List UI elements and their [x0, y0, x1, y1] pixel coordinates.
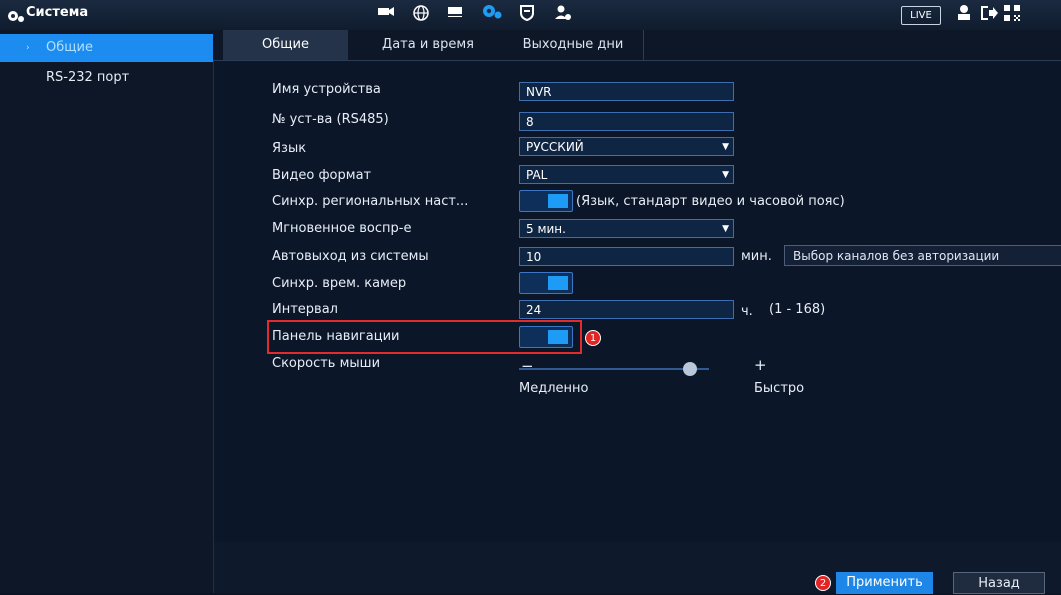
step-badge-1: 1 — [585, 330, 601, 346]
plus-icon[interactable]: + — [754, 356, 767, 374]
sidebar-item-general[interactable]: › Общие — [0, 34, 213, 62]
step-badge-2: 2 — [815, 575, 831, 591]
sidebar: › Общие RS-232 порт — [0, 30, 214, 593]
auto-logout-label: Автовыход из системы — [272, 249, 429, 264]
nav-panel-label: Панель навигации — [272, 329, 400, 344]
sync-camera-time-label: Синхр. врем. камер — [272, 276, 407, 291]
tab-general[interactable]: Общие — [223, 30, 348, 60]
channel-select-button[interactable]: Выбор каналов без авторизации — [784, 245, 1061, 266]
qr-icon[interactable] — [1003, 4, 1021, 26]
instant-playback-value: 5 мин. — [526, 222, 566, 236]
sync-regional-note: (Язык, стандарт видео и часовой пояс) — [576, 194, 845, 209]
logout-icon[interactable] — [979, 4, 999, 26]
video-format-value: PAL — [526, 168, 548, 182]
apply-button[interactable]: Применить — [836, 572, 933, 594]
interval-unit: ч. — [741, 304, 753, 319]
sidebar-item-label: Общие — [46, 40, 93, 55]
device-number-input[interactable]: 8 — [519, 112, 734, 131]
mouse-fast-label: Быстро — [754, 381, 805, 396]
mouse-speed-slider[interactable] — [519, 368, 709, 370]
interval-range: (1 - 168) — [769, 302, 826, 317]
language-label: Язык — [272, 141, 307, 156]
chevron-down-icon: ▼ — [722, 224, 729, 234]
back-button[interactable]: Назад — [953, 572, 1045, 594]
interval-label: Интервал — [272, 302, 338, 317]
device-name-input[interactable]: NVR — [519, 82, 734, 101]
mouse-speed-label: Скорость мыши — [272, 356, 381, 371]
live-button[interactable]: LIVE — [901, 6, 941, 25]
language-select[interactable]: РУССКИЙ ▼ — [519, 137, 734, 156]
video-format-label: Видео формат — [272, 168, 372, 183]
instant-playback-label: Мгновенное воспр-е — [272, 221, 412, 236]
system-gear-icon[interactable] — [481, 4, 503, 24]
slider-handle[interactable] — [683, 362, 697, 376]
toggle-knob — [548, 194, 568, 208]
auto-logout-input[interactable]: 10 — [519, 247, 734, 266]
tab-bar: Общие Дата и время Выходные дни — [213, 30, 1061, 61]
auto-logout-unit: мин. — [741, 249, 772, 264]
user-icon[interactable] — [956, 4, 972, 26]
sidebar-item-label: RS-232 порт — [46, 70, 130, 85]
interval-input[interactable]: 24 — [519, 300, 734, 319]
language-value: РУССКИЙ — [526, 140, 584, 154]
network-icon[interactable] — [412, 4, 430, 26]
device-name-label: Имя устройства — [272, 82, 381, 97]
security-shield-icon[interactable] — [519, 4, 535, 26]
sync-regional-toggle[interactable] — [519, 190, 573, 212]
gear-icon — [6, 8, 26, 27]
sidebar-item-rs232[interactable]: RS-232 порт — [0, 64, 213, 92]
device-number-label: № уст-ва (RS485) — [272, 112, 389, 127]
sync-regional-label: Синхр. региональных наст... — [272, 194, 469, 209]
chevron-right-icon: › — [26, 43, 30, 53]
minus-icon[interactable]: − — [521, 357, 534, 375]
chevron-down-icon: ▼ — [722, 170, 729, 180]
mouse-slow-label: Медленно — [519, 381, 589, 396]
instant-playback-select[interactable]: 5 мин. ▼ — [519, 219, 734, 238]
toggle-knob — [548, 276, 568, 290]
nav-panel-toggle[interactable] — [519, 326, 573, 348]
video-format-select[interactable]: PAL ▼ — [519, 165, 734, 184]
tab-holidays[interactable]: Выходные дни — [503, 30, 644, 60]
page-title: Система — [26, 5, 89, 20]
top-bar: Система LIVE — [0, 0, 1061, 31]
footer: 2 — [214, 542, 1061, 593]
account-icon[interactable] — [554, 4, 572, 26]
toggle-knob — [548, 330, 568, 344]
chevron-down-icon: ▼ — [722, 142, 729, 152]
settings-panel: Имя устройства NVR № уст-ва (RS485) 8 Яз… — [214, 61, 1061, 592]
storage-icon[interactable] — [446, 4, 464, 24]
sync-camera-time-toggle[interactable] — [519, 272, 573, 294]
camera-icon[interactable] — [377, 4, 395, 22]
tab-date-time[interactable]: Дата и время — [363, 30, 493, 60]
